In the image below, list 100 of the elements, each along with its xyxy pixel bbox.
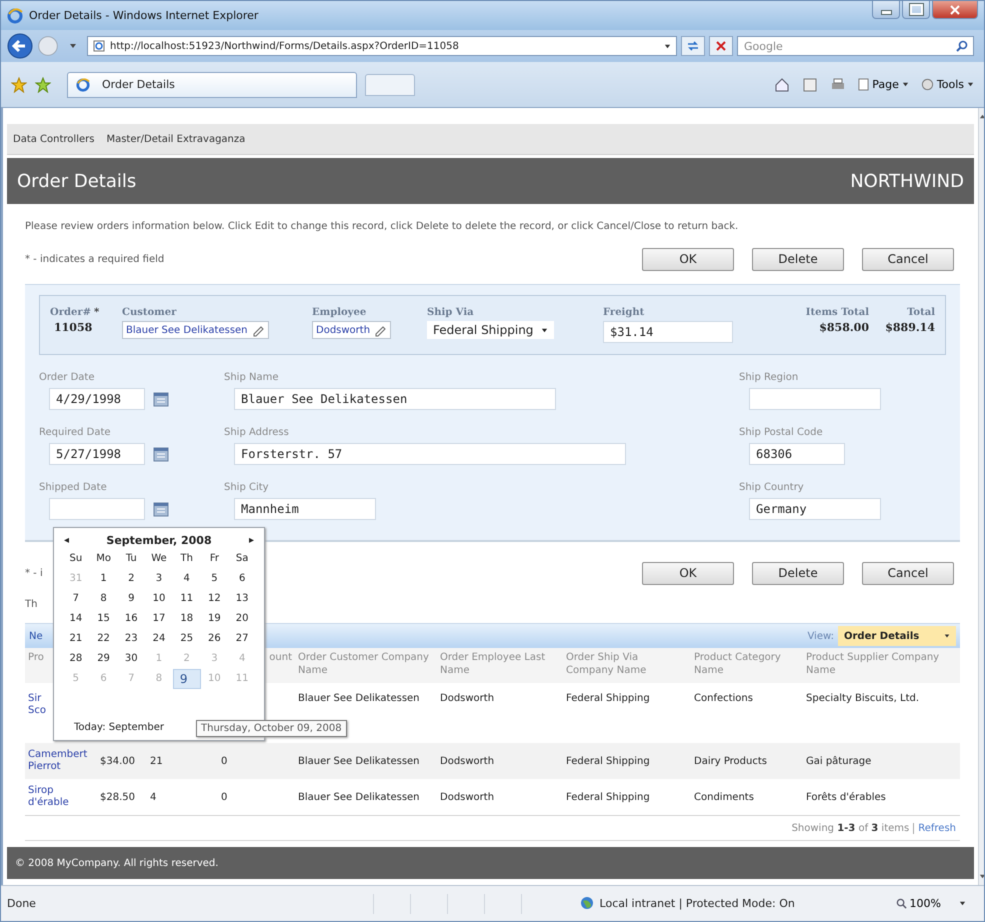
- calendar-icon[interactable]: [153, 391, 169, 407]
- browser-tab[interactable]: Order Details: [67, 72, 357, 98]
- lookup-field[interactable]: Blauer See Delikatessen: [122, 321, 269, 339]
- zoom-control[interactable]: 100%: [896, 897, 941, 910]
- calendar-day[interactable]: 21: [62, 629, 90, 649]
- text-field[interactable]: Germany: [749, 498, 881, 520]
- calendar-day[interactable]: 22: [90, 629, 118, 649]
- scroll-up-icon[interactable]: [979, 113, 984, 120]
- calendar-day[interactable]: 12: [200, 589, 228, 609]
- date-field[interactable]: 5/27/1998: [49, 443, 145, 465]
- page-title: Order Details: [17, 170, 136, 192]
- field-label: Ship Region: [739, 371, 800, 384]
- product-link[interactable]: Sirop d'érable: [28, 785, 94, 809]
- calendar-day[interactable]: 13: [228, 589, 256, 609]
- refresh-button[interactable]: [681, 36, 705, 56]
- stop-button[interactable]: [709, 36, 733, 56]
- next-month-button[interactable]: ▸: [246, 534, 256, 546]
- dropdown-arrow-icon[interactable]: [69, 42, 77, 50]
- calendar-day[interactable]: 3: [145, 569, 173, 589]
- text-field[interactable]: [749, 388, 881, 410]
- caret-icon: [967, 81, 974, 88]
- calendar-day[interactable]: 25: [172, 629, 201, 649]
- calendar-day[interactable]: 26: [200, 629, 228, 649]
- command-menu[interactable]: Tools: [920, 78, 974, 91]
- action-button[interactable]: Cancel: [862, 562, 954, 584]
- today-link[interactable]: Today: September: [74, 722, 164, 733]
- weekday-label: Tu: [124, 552, 138, 566]
- calendar-day[interactable]: 4: [172, 569, 201, 589]
- field-label: Customer: [122, 307, 176, 318]
- calendar-day[interactable]: 23: [117, 629, 146, 649]
- home-icon[interactable]: [774, 76, 790, 92]
- minimize-button[interactable]: [872, 1, 900, 19]
- table-cell: Blauer See Delikatessen: [298, 792, 420, 802]
- calendar-day[interactable]: 7: [62, 589, 90, 609]
- search-field[interactable]: Google: [737, 36, 974, 56]
- action-button[interactable]: OK: [642, 562, 734, 584]
- menu-item[interactable]: Data Controllers: [13, 134, 94, 144]
- column-header: Order Ship Via Company Name: [566, 652, 646, 676]
- table-cell: Federal Shipping: [566, 792, 650, 802]
- vertical-scrollbar[interactable]: [978, 108, 984, 885]
- calendar-day[interactable]: 6: [228, 569, 256, 589]
- dropdown-arrow-icon[interactable]: [959, 900, 966, 907]
- calendar-day[interactable]: 5: [200, 569, 228, 589]
- calendar-day[interactable]: 10: [145, 589, 173, 609]
- search-icon[interactable]: [956, 40, 968, 52]
- menu-item[interactable]: Master/Detail Extravaganza: [106, 134, 246, 144]
- action-button[interactable]: Delete: [752, 562, 844, 584]
- table-cell: Gai pâturage: [806, 756, 872, 766]
- table-cell: $28.50: [100, 792, 135, 802]
- calendar-day[interactable]: 11: [172, 589, 201, 609]
- stop-icon: [715, 40, 727, 52]
- magnifier-icon: [896, 898, 907, 909]
- action-button[interactable]: Cancel: [862, 248, 954, 270]
- calendar-day[interactable]: 9: [117, 589, 146, 609]
- scroll-down-icon[interactable]: [979, 873, 984, 880]
- copyright-text: © 2008 MyCompany. All rights reserved.: [15, 858, 218, 868]
- favorites-star-icon[interactable]: [11, 76, 27, 92]
- action-button[interactable]: OK: [642, 248, 734, 270]
- close-button[interactable]: [932, 1, 978, 19]
- weekday-label: Sa: [234, 552, 250, 566]
- calendar-day[interactable]: 30: [117, 649, 146, 669]
- address-field[interactable]: http://localhost:51923/Northwind/Forms/Details.aspx?OrderID=11058: [87, 36, 677, 56]
- calendar-day[interactable]: 9: [172, 669, 201, 689]
- text-field[interactable]: 68306: [749, 443, 845, 465]
- calendar-day[interactable]: 20: [228, 609, 256, 629]
- ship-via-select[interactable]: Federal Shipping: [427, 321, 554, 339]
- command-menu[interactable]: Page: [858, 78, 909, 91]
- back-button[interactable]: [7, 33, 33, 59]
- new-action-link[interactable]: Ne: [29, 630, 43, 642]
- refresh-link[interactable]: Refresh: [918, 822, 956, 834]
- action-button[interactable]: Delete: [752, 248, 844, 270]
- calendar-day[interactable]: 15: [90, 609, 118, 629]
- product-link[interactable]: Sir Sco: [28, 693, 46, 717]
- calendar-day[interactable]: 17: [145, 609, 173, 629]
- field-label: Items Total: [806, 307, 869, 318]
- calendar-day[interactable]: 29: [90, 649, 118, 669]
- calendar-icon[interactable]: [153, 446, 169, 462]
- calendar-day[interactable]: 8: [90, 589, 118, 609]
- text-field[interactable]: Mannheim: [234, 498, 376, 520]
- view-selector[interactable]: Order Details: [838, 626, 956, 646]
- text-field[interactable]: Blauer See Delikatessen: [234, 388, 556, 410]
- lookup-field[interactable]: Dodsworth: [312, 321, 392, 339]
- previous-month-button[interactable]: ◂: [62, 534, 72, 546]
- calendar-day[interactable]: 24: [145, 629, 173, 649]
- calendar-day[interactable]: 1: [90, 569, 118, 589]
- text-field[interactable]: Forsterstr. 57: [234, 443, 626, 465]
- calendar-day[interactable]: 28: [62, 649, 90, 669]
- calendar-icon[interactable]: [153, 501, 169, 517]
- dropdown-arrow-icon[interactable]: [664, 42, 671, 50]
- date-field[interactable]: 4/29/1998: [49, 388, 145, 410]
- calendar-day[interactable]: 19: [200, 609, 228, 629]
- calendar-day[interactable]: 16: [117, 609, 146, 629]
- calendar-day[interactable]: 2: [117, 569, 146, 589]
- add-favorites-icon[interactable]: [35, 76, 51, 92]
- calendar-day[interactable]: 14: [62, 609, 90, 629]
- date-field[interactable]: [49, 498, 145, 520]
- calendar-day[interactable]: 18: [172, 609, 201, 629]
- maximize-button[interactable]: [902, 1, 930, 19]
- freight-field[interactable]: $31.14: [603, 321, 733, 343]
- calendar-day[interactable]: 27: [228, 629, 256, 649]
